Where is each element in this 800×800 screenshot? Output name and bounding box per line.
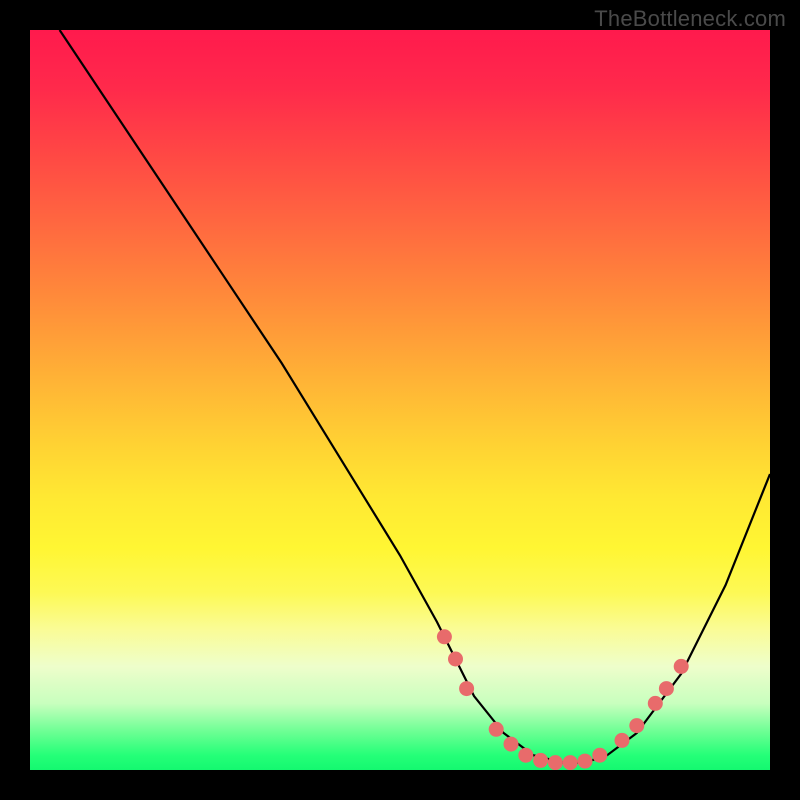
- watermark-text: TheBottleneck.com: [594, 6, 786, 32]
- data-marker: [489, 722, 504, 737]
- data-marker: [548, 755, 563, 770]
- data-marker: [629, 718, 644, 733]
- data-marker: [459, 681, 474, 696]
- data-marker: [518, 748, 533, 763]
- data-marker: [615, 733, 630, 748]
- data-marker: [563, 755, 578, 770]
- plot-area: [30, 30, 770, 770]
- data-marker: [659, 681, 674, 696]
- data-marker: [448, 652, 463, 667]
- data-marker: [578, 754, 593, 769]
- markers-group: [437, 629, 689, 770]
- data-marker: [437, 629, 452, 644]
- data-marker: [648, 696, 663, 711]
- data-marker: [674, 659, 689, 674]
- data-marker: [504, 737, 519, 752]
- bottleneck-curve: [60, 30, 770, 763]
- data-marker: [533, 753, 548, 768]
- curve-group: [60, 30, 770, 763]
- data-marker: [592, 748, 607, 763]
- chart-svg: [30, 30, 770, 770]
